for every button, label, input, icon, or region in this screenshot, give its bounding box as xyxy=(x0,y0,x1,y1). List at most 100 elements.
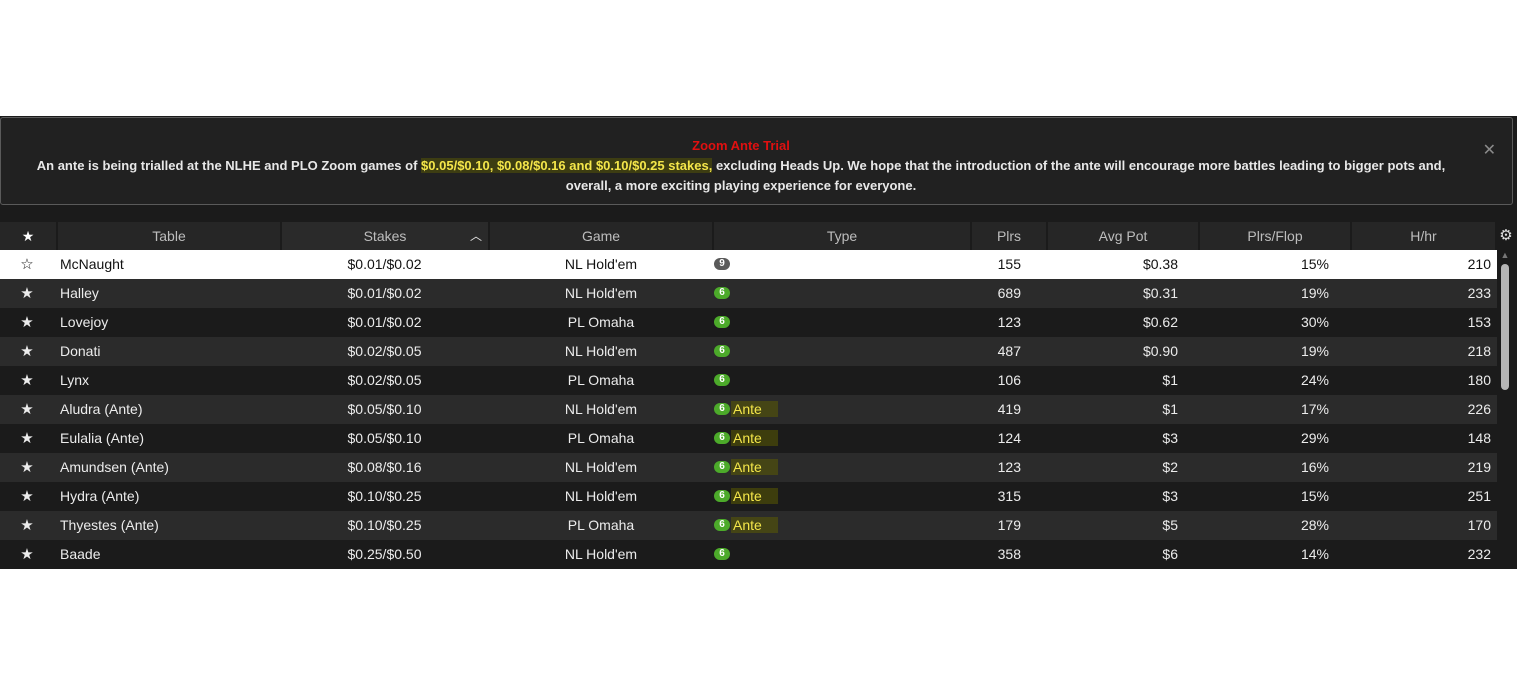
game-value: NL Hold'em xyxy=(564,488,638,504)
stakes-value: $0.08/$0.16 xyxy=(347,459,422,475)
banner-text: An ante is being trialled at the NLHE an… xyxy=(21,156,1461,196)
favorite-star-icon[interactable]: ★ xyxy=(0,482,54,511)
hands-per-hour-value: 148 xyxy=(1467,430,1491,446)
game-value: NL Hold'em xyxy=(564,343,638,359)
table-row[interactable]: ★ Halley $0.01/$0.02 NL Hold'em 6 689 $0.31 19%… xyxy=(0,279,1497,308)
game-value: PL Omaha xyxy=(567,372,635,388)
players-value: 124 xyxy=(997,430,1021,446)
table-row[interactable]: ☆ McNaught $0.01/$0.02 NL Hold'em 9 155 $0.38 1… xyxy=(0,250,1497,279)
favorite-star-icon[interactable]: ★ xyxy=(0,366,54,395)
table-row[interactable]: ★ Donati $0.02/$0.05 NL Hold'em 6 487 $0.90 19%… xyxy=(0,337,1497,366)
stakes-value: $0.25/$0.50 xyxy=(347,546,422,562)
scrollbar[interactable]: ▲ xyxy=(1497,250,1513,569)
gear-icon[interactable]: ⚙ xyxy=(1496,222,1516,250)
seats-badge-icon: 6 xyxy=(714,316,730,329)
banner-title: Zoom Ante Trial xyxy=(692,138,790,153)
scroll-up-icon[interactable]: ▲ xyxy=(1497,250,1513,260)
hands-per-hour-value: 153 xyxy=(1467,314,1491,330)
banner-text-highlight: $0.05/$0.10, $0.08/$0.16 and $0.10/$0.25… xyxy=(421,158,713,173)
star-icon: ★ xyxy=(21,228,35,244)
table-name: Lynx xyxy=(60,372,90,388)
ante-label: Ante xyxy=(731,401,778,417)
game-value: PL Omaha xyxy=(567,314,635,330)
stakes-value: $0.01/$0.02 xyxy=(347,285,422,301)
game-value: PL Omaha xyxy=(567,517,635,533)
type-cell: 6 Ante xyxy=(714,511,969,540)
favorite-star-icon[interactable]: ★ xyxy=(0,511,54,540)
favorite-star-icon[interactable]: ★ xyxy=(0,453,54,482)
lobby-panel: Zoom Ante Trial An ante is being trialle… xyxy=(0,116,1517,569)
players-value: 106 xyxy=(997,372,1021,388)
hands-per-hour-value: 251 xyxy=(1467,488,1491,504)
header-stakes[interactable]: Stakes ︿ xyxy=(282,222,488,250)
favorite-star-icon[interactable]: ★ xyxy=(0,337,54,366)
header-table[interactable]: Table xyxy=(58,222,280,250)
header-favorite[interactable]: ★ xyxy=(0,222,56,250)
table-name: Donati xyxy=(60,343,101,359)
close-icon[interactable]: ✕ xyxy=(1483,140,1496,160)
avg-pot-value: $0.31 xyxy=(1142,285,1178,301)
table-row[interactable]: ★ Thyestes (Ante) $0.10/$0.25 PL Omaha 6 Ante… xyxy=(0,511,1497,540)
hands-per-hour-value: 233 xyxy=(1467,285,1491,301)
favorite-star-icon[interactable]: ★ xyxy=(0,279,54,308)
favorite-star-icon[interactable]: ★ xyxy=(0,395,54,424)
header-hhr[interactable]: H/hr xyxy=(1352,222,1495,250)
header-plrs[interactable]: Plrs xyxy=(972,222,1046,250)
table-name: Lovejoy xyxy=(60,314,109,330)
table-row[interactable]: ★ Hydra (Ante) $0.10/$0.25 NL Hold'em 6 Ante 3… xyxy=(0,482,1497,511)
table-row[interactable]: ★ Aludra (Ante) $0.05/$0.10 NL Hold'em 6 Ante… xyxy=(0,395,1497,424)
favorite-star-icon[interactable]: ★ xyxy=(0,308,54,337)
table-row[interactable]: ★ Lovejoy $0.01/$0.02 PL Omaha 6 123 $0.62 30% 1… xyxy=(0,308,1497,337)
table-row[interactable]: ★ Amundsen (Ante) $0.08/$0.16 NL Hold'em 6 An… xyxy=(0,453,1497,482)
ante-label: Ante xyxy=(731,459,778,475)
seats-badge-icon: 6 xyxy=(714,374,730,387)
plrs-flop-value: 24% xyxy=(1300,372,1329,388)
stakes-value: $0.02/$0.05 xyxy=(347,343,422,359)
header-game[interactable]: Game xyxy=(490,222,712,250)
announcement-banner: Zoom Ante Trial An ante is being trialle… xyxy=(0,117,1513,205)
type-cell: 6 xyxy=(714,279,969,308)
plrs-flop-value: 14% xyxy=(1300,546,1329,562)
table-name: Halley xyxy=(60,285,99,301)
hands-per-hour-value: 226 xyxy=(1467,401,1491,417)
chevron-up-icon: ︿ xyxy=(469,229,482,243)
avg-pot-value: $0.90 xyxy=(1142,343,1178,359)
hands-per-hour-value: 210 xyxy=(1467,256,1491,272)
scrollbar-thumb[interactable] xyxy=(1501,264,1509,390)
stakes-value: $0.01/$0.02 xyxy=(347,256,422,272)
favorite-star-icon[interactable]: ★ xyxy=(0,540,54,569)
table-name: Amundsen (Ante) xyxy=(60,459,169,475)
favorite-star-icon[interactable]: ★ xyxy=(0,424,54,453)
players-value: 179 xyxy=(997,517,1021,533)
table-row[interactable]: ★ Baade $0.25/$0.50 NL Hold'em 6 358 $6 14% 232 xyxy=(0,540,1497,569)
seats-badge-icon: 6 xyxy=(714,548,730,561)
type-cell: 6 xyxy=(714,366,969,395)
header-avg-pot[interactable]: Avg Pot xyxy=(1048,222,1198,250)
header-type[interactable]: Type xyxy=(714,222,970,250)
avg-pot-value: $0.38 xyxy=(1142,256,1178,272)
table-row[interactable]: ★ Lynx $0.02/$0.05 PL Omaha 6 106 $1 24% 180 xyxy=(0,366,1497,395)
type-cell: 6 xyxy=(714,337,969,366)
table-name: McNaught xyxy=(60,256,124,272)
seats-badge-icon: 6 xyxy=(714,432,730,445)
ante-label: Ante xyxy=(731,488,778,504)
stakes-value: $0.05/$0.10 xyxy=(347,401,422,417)
ante-label: Ante xyxy=(731,430,778,446)
game-value: NL Hold'em xyxy=(564,546,638,562)
table-row[interactable]: ★ Eulalia (Ante) $0.05/$0.10 PL Omaha 6 Ante 1… xyxy=(0,424,1497,453)
game-value: NL Hold'em xyxy=(564,256,638,272)
table-name: Eulalia (Ante) xyxy=(60,430,145,446)
players-value: 358 xyxy=(997,546,1021,562)
header-plrs-flop[interactable]: Plrs/Flop xyxy=(1200,222,1350,250)
type-cell: 9 xyxy=(714,250,969,279)
players-value: 689 xyxy=(997,285,1021,301)
plrs-flop-value: 28% xyxy=(1300,517,1329,533)
game-value: NL Hold'em xyxy=(564,459,638,475)
stakes-value: $0.05/$0.10 xyxy=(347,430,422,446)
banner-text-before: An ante is being trialled at the NLHE an… xyxy=(36,158,422,173)
favorite-star-icon[interactable]: ☆ xyxy=(0,250,54,279)
seats-badge-icon: 6 xyxy=(714,287,730,300)
plrs-flop-value: 16% xyxy=(1300,459,1329,475)
players-value: 487 xyxy=(997,343,1021,359)
type-cell: 6 Ante xyxy=(714,453,969,482)
